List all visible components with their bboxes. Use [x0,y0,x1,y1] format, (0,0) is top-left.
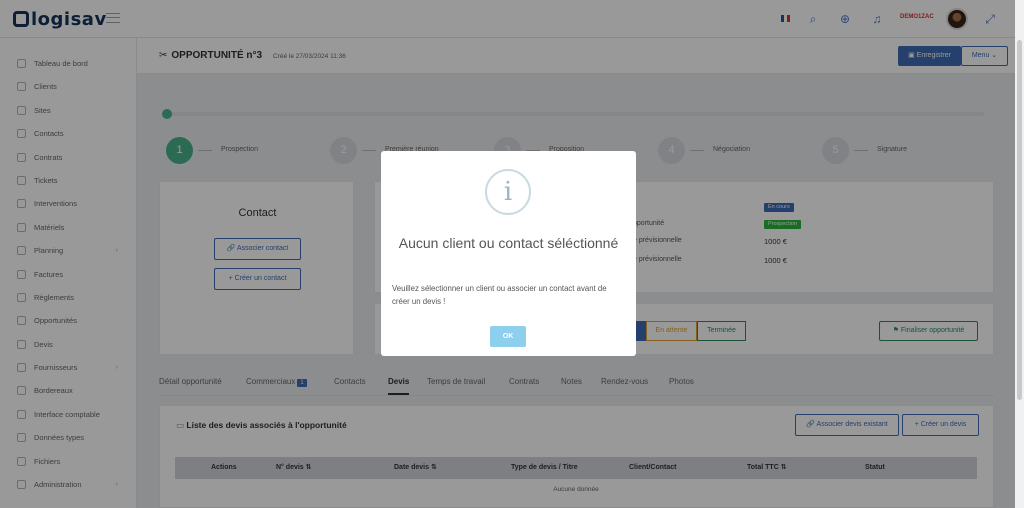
info-icon: i [485,169,531,215]
scrollbar-thumb[interactable] [1017,40,1022,400]
scrollbar[interactable] [1015,0,1024,508]
dialog-message: Veuillez sélectionner un client ou assoc… [392,284,607,306]
alert-dialog: i Aucun client ou contact séléctionné Ve… [381,151,636,356]
ok-button[interactable]: OK [490,326,526,347]
dialog-title: Aucun client ou contact séléctionné [398,235,619,251]
